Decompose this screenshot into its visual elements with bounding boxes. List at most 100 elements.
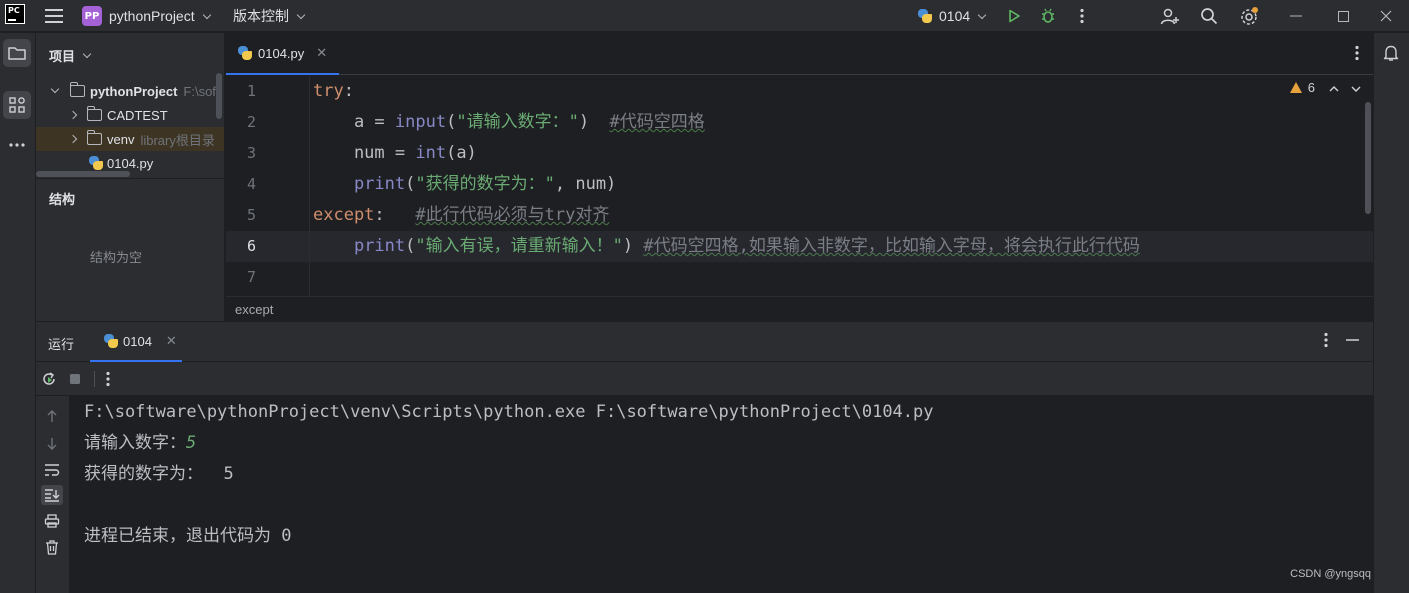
debug-icon[interactable] bbox=[1034, 0, 1062, 32]
keyword-token: try bbox=[313, 81, 344, 101]
project-panel: 项目 pythonProject F:\soft CADTEST venv li… bbox=[36, 33, 225, 321]
close-tab-icon[interactable]: ✕ bbox=[166, 333, 177, 349]
more-vertical-icon[interactable] bbox=[98, 369, 118, 389]
tree-item-cadtest[interactable]: CADTEST bbox=[36, 103, 224, 127]
close-icon[interactable] bbox=[1363, 0, 1409, 32]
python-icon bbox=[918, 9, 932, 23]
minimize-icon[interactable] bbox=[1273, 0, 1319, 32]
string-token: "请输入数字：" bbox=[456, 112, 579, 132]
breadcrumb-item[interactable]: except bbox=[235, 302, 273, 317]
scrollbar-vertical[interactable] bbox=[216, 73, 222, 119]
folder-icon bbox=[69, 82, 85, 97]
minimize-panel-icon[interactable] bbox=[1346, 332, 1359, 351]
vcs-menu[interactable]: 版本控制 bbox=[233, 0, 306, 32]
run-icon[interactable] bbox=[1000, 0, 1028, 32]
code-token: ( bbox=[405, 174, 416, 194]
scroll-up-icon[interactable] bbox=[41, 406, 63, 426]
add-user-icon[interactable] bbox=[1156, 0, 1184, 32]
code-token: ( bbox=[405, 236, 416, 256]
builtin-token: int bbox=[415, 143, 447, 163]
chevron-down-icon bbox=[202, 10, 211, 19]
code-token: , num) bbox=[554, 174, 617, 194]
comment-token: #代码空四格 bbox=[609, 112, 705, 132]
structure-icon[interactable] bbox=[3, 91, 31, 119]
project-switcher[interactable]: PP pythonProject bbox=[82, 0, 211, 32]
inspection-widget[interactable]: 6 bbox=[1289, 80, 1361, 95]
tab-0104-py[interactable]: 0104.py ✕ bbox=[226, 33, 340, 75]
pycharm-logo: PC bbox=[5, 4, 25, 24]
code-line-4: print("获得的数字为：", num) bbox=[313, 169, 616, 200]
rerun-icon[interactable] bbox=[39, 369, 59, 389]
hamburger-menu-icon[interactable] bbox=[44, 0, 64, 32]
project-panel-header[interactable]: 项目 bbox=[49, 46, 92, 65]
line-number-current: 6 bbox=[246, 237, 256, 255]
scrollbar-horizontal[interactable] bbox=[36, 171, 130, 177]
settings-icon[interactable] bbox=[1235, 0, 1263, 32]
notifications-bell-icon[interactable] bbox=[1377, 39, 1405, 67]
tree-item-label: CADTEST bbox=[107, 107, 168, 123]
run-configuration-selector[interactable]: 0104 bbox=[918, 0, 987, 32]
more-horizontal-icon[interactable] bbox=[3, 131, 31, 159]
chevron-right-icon[interactable] bbox=[68, 134, 78, 144]
comment-token: #代码空四格,如果输入非数字，比如输入字母，将会执行此行代码 bbox=[643, 236, 1140, 256]
string-token: "获得的数字为：" bbox=[415, 174, 555, 194]
line-number: 5 bbox=[246, 206, 256, 224]
code-line-1: try: bbox=[313, 76, 354, 107]
python-file-icon bbox=[89, 156, 103, 170]
line-number: 2 bbox=[246, 113, 256, 131]
scroll-down-icon[interactable] bbox=[41, 434, 63, 454]
scroll-to-end-icon[interactable] bbox=[41, 485, 63, 505]
builtin-token: input bbox=[394, 112, 447, 132]
builtin-token: print bbox=[353, 174, 406, 194]
tree-item-pythonproject[interactable]: pythonProject F:\soft bbox=[36, 79, 224, 103]
code-editor[interactable]: 1 2 3 4 5 6 7 try: a = input("请输入数字：") #… bbox=[226, 76, 1373, 296]
chevron-right-icon[interactable] bbox=[68, 110, 78, 120]
punct-token: : bbox=[374, 205, 416, 225]
editor-tab-label: 0104.py bbox=[258, 45, 305, 61]
more-vertical-icon[interactable] bbox=[1355, 45, 1359, 64]
tree-item-venv[interactable]: venv library根目录 bbox=[36, 127, 224, 151]
code-token: (a) bbox=[446, 143, 477, 163]
stop-icon[interactable] bbox=[65, 369, 85, 389]
chevron-down-icon[interactable] bbox=[50, 84, 60, 94]
line-number: 3 bbox=[246, 144, 256, 162]
code-line-2: a = input("请输入数字：") #代码空四格 bbox=[313, 107, 705, 138]
console-command-line: F:\software\pythonProject\venv\Scripts\p… bbox=[84, 402, 934, 422]
title-bar: PC PP pythonProject 版本控制 0104 bbox=[0, 0, 1409, 32]
maximize-icon[interactable] bbox=[1320, 0, 1366, 32]
print-icon[interactable] bbox=[41, 511, 63, 531]
code-token: a = bbox=[313, 112, 395, 132]
project-folder-icon[interactable] bbox=[3, 39, 31, 67]
chevron-up-icon[interactable] bbox=[1329, 80, 1339, 95]
tree-item-label: 0104.py bbox=[107, 155, 154, 171]
right-tool-strip bbox=[1373, 33, 1409, 593]
panel-divider[interactable] bbox=[36, 178, 224, 179]
code-line-5: except: #此行代码必须与try对齐 bbox=[313, 200, 609, 231]
keyword-token: except bbox=[313, 205, 375, 225]
left-tool-strip bbox=[0, 33, 36, 593]
toolbar-separator bbox=[94, 371, 95, 387]
project-name: pythonProject bbox=[109, 8, 195, 24]
run-toolbar bbox=[36, 362, 1373, 396]
run-tab-0104[interactable]: 0104 ✕ bbox=[90, 322, 182, 362]
punct-token: : bbox=[343, 81, 354, 101]
more-vertical-icon[interactable] bbox=[1068, 0, 1096, 32]
chevron-down-icon[interactable] bbox=[1351, 80, 1361, 95]
structure-title: 结构 bbox=[49, 192, 76, 207]
python-file-icon bbox=[238, 46, 252, 60]
chevron-down-icon bbox=[977, 10, 987, 19]
more-vertical-icon[interactable] bbox=[1324, 332, 1328, 351]
delete-icon[interactable] bbox=[41, 537, 63, 557]
project-panel-title: 项目 bbox=[49, 49, 76, 64]
close-tab-icon[interactable]: ✕ bbox=[316, 45, 327, 61]
console-output[interactable]: F:\software\pythonProject\venv\Scripts\p… bbox=[69, 396, 1373, 593]
search-icon[interactable] bbox=[1195, 0, 1223, 32]
run-window-title: 运行 bbox=[48, 337, 75, 352]
editor-scrollbar[interactable] bbox=[1365, 102, 1371, 214]
run-window-header: 运行 0104 ✕ bbox=[36, 321, 1373, 362]
soft-wrap-icon[interactable] bbox=[41, 460, 63, 480]
run-header-actions bbox=[1324, 332, 1359, 351]
tree-item-label: pythonProject bbox=[90, 83, 178, 99]
